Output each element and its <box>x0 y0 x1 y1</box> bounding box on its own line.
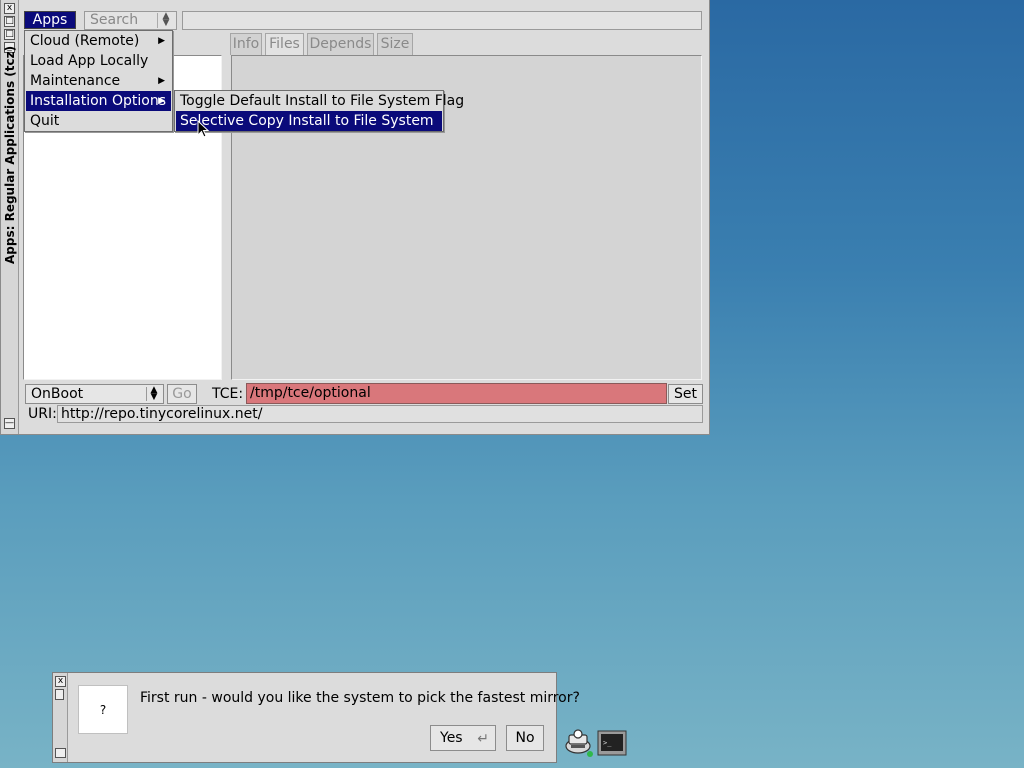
close-button[interactable]: x <box>4 3 15 14</box>
yes-label: Yes <box>440 730 463 746</box>
dialog-restore-button[interactable] <box>55 689 64 700</box>
uri-input[interactable]: http://repo.tinycorelinux.net/ <box>57 405 703 423</box>
return-icon: ↵ <box>477 731 489 747</box>
menu-item-label: Selective Copy Install to File System <box>180 113 434 129</box>
mouse-cursor-icon <box>197 120 209 138</box>
window-title: Apps: Regular Applications (tcz) <box>3 45 17 265</box>
submenu-arrow-icon: ▶ <box>158 36 165 46</box>
apps-dropdown-menu: Cloud (Remote) ▶ Load App Locally Mainte… <box>24 30 173 132</box>
tce-label: TCE: <box>212 386 244 402</box>
menu-item-label: Toggle Default Install to File System Fl… <box>180 93 465 109</box>
yes-button[interactable]: Yes ↵ <box>430 725 496 751</box>
dialog-close-button[interactable]: x <box>55 676 66 687</box>
search-input[interactable] <box>182 11 702 30</box>
tab-files[interactable]: Files <box>265 33 304 55</box>
uri-label: URI: <box>28 406 57 422</box>
menu-item-label: Installation Options <box>30 93 167 109</box>
menu-item-label: Quit <box>30 113 60 129</box>
window-titlebar[interactable]: x □ □ _ Apps: Regular Applications (tcz)… <box>1 0 19 434</box>
spinner-icon[interactable]: ▲ ▼ <box>157 12 174 28</box>
installation-options-submenu: Toggle Default Install to File System Fl… <box>174 90 464 132</box>
onboot-select[interactable]: OnBoot ▲ ▼ <box>25 384 164 404</box>
minimize-button[interactable]: — <box>4 418 15 429</box>
no-button[interactable]: No <box>506 725 544 751</box>
search-mode-value: Search <box>90 12 139 28</box>
menu-item-label: Load App Locally <box>30 53 149 69</box>
question-icon: ? <box>78 685 128 734</box>
tab-depends[interactable]: Depends <box>307 33 374 55</box>
tab-info[interactable]: Info <box>230 33 262 55</box>
dialog-titlebar[interactable]: x <box>53 673 68 762</box>
menu-item-quit[interactable]: Quit <box>26 111 171 131</box>
onboot-value: OnBoot <box>31 386 84 402</box>
menu-item-toggle-default-install[interactable]: Toggle Default Install to File System Fl… <box>176 91 464 111</box>
tab-size[interactable]: Size <box>377 33 413 55</box>
menu-item-installation-options[interactable]: Installation Options ▶ <box>26 91 171 111</box>
apps-menu-button[interactable]: Apps <box>24 11 76 29</box>
menu-item-maintenance[interactable]: Maintenance ▶ <box>26 71 171 91</box>
submenu-arrow-icon: ▶ <box>158 96 165 106</box>
menu-item-load-app-locally[interactable]: Load App Locally <box>26 51 171 71</box>
maximize-button[interactable]: □ <box>4 16 15 27</box>
menu-item-label: Cloud (Remote) <box>30 33 140 49</box>
submenu-arrow-icon: ▶ <box>158 76 165 86</box>
set-button[interactable]: Set <box>668 384 703 404</box>
dialog-minimize-button[interactable] <box>55 748 66 758</box>
mirror-dialog: x ? First run - would you like the syste… <box>52 672 580 763</box>
menu-item-cloud-remote[interactable]: Cloud (Remote) ▶ <box>26 31 171 51</box>
menu-item-selective-copy-install[interactable]: Selective Copy Install to File System <box>176 111 442 131</box>
tce-dir-input[interactable]: /tmp/tce/optional <box>246 383 667 404</box>
restore-button[interactable]: □ <box>4 29 15 40</box>
svg-text:>_: >_ <box>603 739 612 747</box>
terminal-icon[interactable]: >_ <box>597 730 627 757</box>
menu-item-label: Maintenance <box>30 73 121 89</box>
spinner-icon[interactable]: ▲ ▼ <box>146 386 161 402</box>
drive-icon[interactable] <box>564 726 594 758</box>
search-mode-select[interactable]: Search ▲ ▼ <box>84 11 177 30</box>
dialog-message: First run - would you like the system to… <box>140 690 580 706</box>
go-button[interactable]: Go <box>167 384 197 404</box>
